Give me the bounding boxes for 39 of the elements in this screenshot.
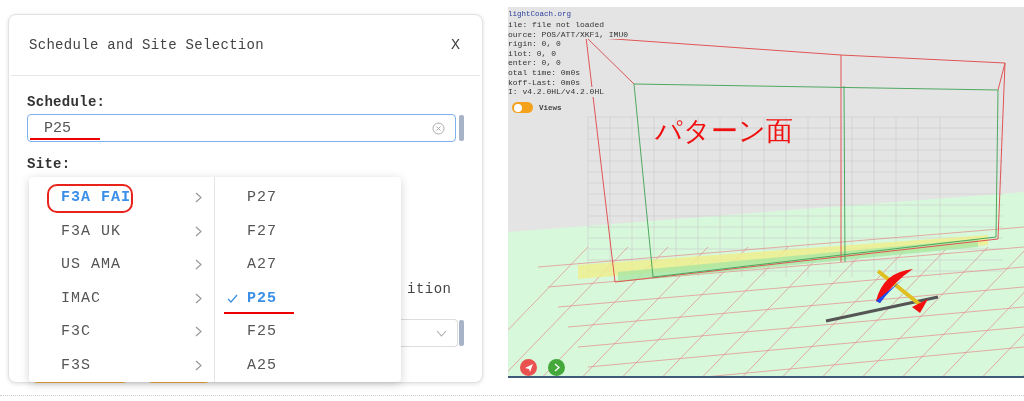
scrollbar-thumb[interactable] bbox=[459, 320, 464, 346]
chevron-right-icon bbox=[195, 326, 202, 338]
chevron-right-icon bbox=[195, 192, 202, 204]
info-text: koff-Last: 0m0s bbox=[508, 77, 580, 88]
chevron-right-icon bbox=[195, 292, 202, 304]
dialog-title: Schedule and Site Selection bbox=[29, 37, 264, 53]
clear-icon bbox=[432, 121, 445, 135]
chevron-right-icon bbox=[553, 363, 560, 372]
category-item[interactable]: F3S bbox=[29, 348, 214, 382]
chevron-right-icon bbox=[195, 359, 202, 371]
annotation-text: パターン面 bbox=[655, 114, 793, 148]
schedule-item[interactable]: A27 bbox=[215, 248, 401, 282]
chevron-down-icon bbox=[436, 329, 447, 337]
schedule-field[interactable]: P25 bbox=[27, 114, 456, 142]
schedule-label: Schedule: bbox=[27, 94, 107, 110]
chevron-right-icon bbox=[195, 225, 202, 237]
category-item[interactable]: US AMA bbox=[29, 248, 214, 282]
info-text: ource: POS/ATT/XKF1, IMU0 bbox=[508, 29, 629, 40]
check-icon bbox=[227, 293, 238, 303]
info-text: rigin: 0, 0 bbox=[508, 39, 561, 49]
field-label: ition bbox=[407, 281, 452, 297]
info-text: I: v4.2.0HL/v4.2.0HL bbox=[508, 87, 604, 97]
info-text: ile: file not loaded bbox=[508, 20, 604, 30]
info-text: enter: 0, 0 bbox=[508, 58, 561, 68]
info-text: ilot: 0, 0 bbox=[508, 48, 556, 59]
chevron-right-icon bbox=[195, 259, 202, 271]
schedule-item[interactable]: F25 bbox=[215, 315, 401, 349]
site-label: Site: bbox=[27, 156, 72, 172]
close-button[interactable]: X bbox=[449, 36, 462, 54]
scrollbar-thumb[interactable] bbox=[459, 115, 464, 141]
views-toggle[interactable] bbox=[512, 102, 533, 113]
schedule-item[interactable]: P27 bbox=[215, 181, 401, 215]
paper-plane-icon bbox=[523, 362, 534, 373]
category-item[interactable]: IMAC bbox=[29, 281, 214, 315]
category-item[interactable]: F3A UK bbox=[29, 214, 214, 248]
schedule-item[interactable]: A25 bbox=[215, 348, 401, 382]
info-text: otal time: 0m0s bbox=[508, 67, 580, 78]
schedule-item[interactable]: F27 bbox=[215, 214, 401, 248]
category-item[interactable]: F3C bbox=[29, 315, 214, 349]
